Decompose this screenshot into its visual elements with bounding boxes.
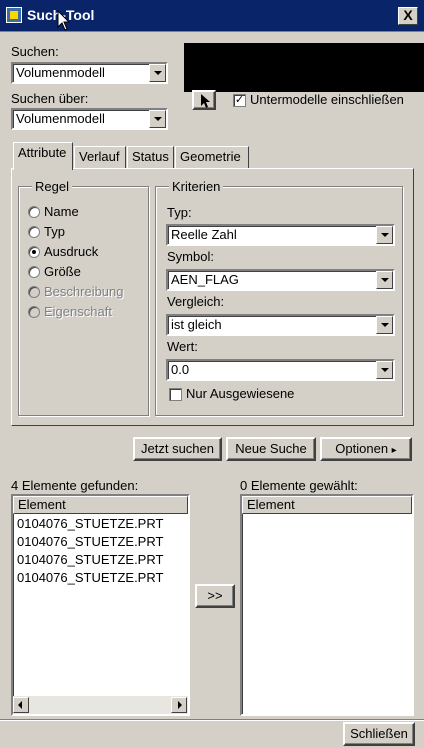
search-over-label: Suchen über: [11,91,89,106]
list-item[interactable]: 0104076_STUETZE.PRT [17,552,163,567]
found-list-hscrollbar[interactable] [13,696,188,714]
search-over-combo-value: Volumenmodell [16,111,105,126]
rule-radio-groesse[interactable] [28,266,40,278]
criteria-type-combo[interactable]: Reelle Zahl [166,224,395,246]
app-icon [6,7,22,23]
rule-label-ausdruck: Ausdruck [44,244,99,259]
only-shown-label: Nur Ausgewiesene [186,386,295,401]
selected-list[interactable]: Element [240,494,414,716]
criteria-value-combo[interactable]: 0.0 [166,359,395,381]
criteria-type-label: Typ: [167,205,192,220]
chevron-down-icon[interactable] [376,361,393,379]
rule-radio-name[interactable] [28,206,40,218]
rule-radio-eigenschaft [28,306,40,318]
rule-radio-typ[interactable] [28,226,40,238]
criteria-compare-label: Vergleich: [167,294,225,309]
search-over-combo[interactable]: Volumenmodell [11,108,168,130]
criteria-symbol-value: AEN_FLAG [171,272,239,287]
found-list[interactable]: Element 0104076_STUETZE.PRT 0104076_STUE… [11,494,190,716]
criteria-type-value: Reelle Zahl [171,227,237,242]
search-combo-value: Volumenmodell [16,65,105,80]
submodels-checkbox[interactable]: ✓ [233,94,246,107]
close-button[interactable]: Schließen [343,722,415,746]
title-bar: Such-Tool X [0,0,424,32]
list-item[interactable]: 0104076_STUETZE.PRT [17,570,163,585]
search-combo[interactable]: Volumenmodell [11,62,168,84]
scroll-right-icon[interactable] [171,697,187,713]
criteria-symbol-combo[interactable]: AEN_FLAG [166,269,395,291]
bottom-divider [0,719,424,721]
chevron-down-icon[interactable] [149,110,166,128]
chevron-down-icon[interactable] [376,316,393,334]
rule-label-typ: Typ [44,224,65,239]
close-window-button[interactable]: X [398,7,418,25]
rule-radio-beschreibung [28,286,40,298]
list-item[interactable]: 0104076_STUETZE.PRT [17,516,163,531]
only-shown-checkbox[interactable] [169,388,182,401]
criteria-value-value: 0.0 [171,362,190,377]
tab-geometrie[interactable]: Geometrie [175,146,249,169]
preview-area [184,43,424,92]
mouse-cursor-icon [57,10,71,31]
criteria-value-label: Wert: [167,339,198,354]
found-list-header[interactable]: Element [13,496,188,514]
rule-label-name: Name [44,204,79,219]
rule-label-eigenschaft: Eigenschaft [44,304,112,319]
scroll-left-icon[interactable] [13,697,29,713]
tab-status[interactable]: Status [127,146,174,169]
transfer-button[interactable]: >> [195,584,235,608]
rule-group [18,186,149,416]
rule-label-beschreibung: Beschreibung [44,284,124,299]
options-button[interactable]: Optionen ▸ [320,437,412,461]
selected-list-header[interactable]: Element [242,496,412,514]
rule-group-title: Regel [32,179,72,194]
rule-label-groesse: Größe [44,264,81,279]
submodels-label: Untermodelle einschließen [250,92,404,107]
triangle-right-icon: ▸ [391,445,397,456]
search-label: Suchen: [11,44,59,59]
tab-attribute[interactable]: Attribute [13,142,73,170]
found-label: 4 Elemente gefunden: [11,478,139,493]
criteria-compare-combo[interactable]: ist gleich [166,314,395,336]
chevron-down-icon[interactable] [149,64,166,82]
chevron-down-icon[interactable] [376,226,393,244]
new-search-button[interactable]: Neue Suche [226,437,316,461]
list-item[interactable]: 0104076_STUETZE.PRT [17,534,163,549]
rule-radio-ausdruck[interactable] [28,246,40,258]
tab-verlauf[interactable]: Verlauf [74,146,126,169]
chevron-down-icon[interactable] [376,271,393,289]
search-now-button[interactable]: Jetzt suchen [133,437,222,461]
selected-label: 0 Elemente gewählt: [240,478,358,493]
criteria-compare-value: ist gleich [171,317,222,332]
criteria-symbol-label: Symbol: [167,249,214,264]
pointer-icon [201,94,210,108]
criteria-group-title: Kriterien [169,179,224,194]
options-button-label: Optionen [335,441,389,456]
select-pointer-button[interactable] [192,90,216,110]
